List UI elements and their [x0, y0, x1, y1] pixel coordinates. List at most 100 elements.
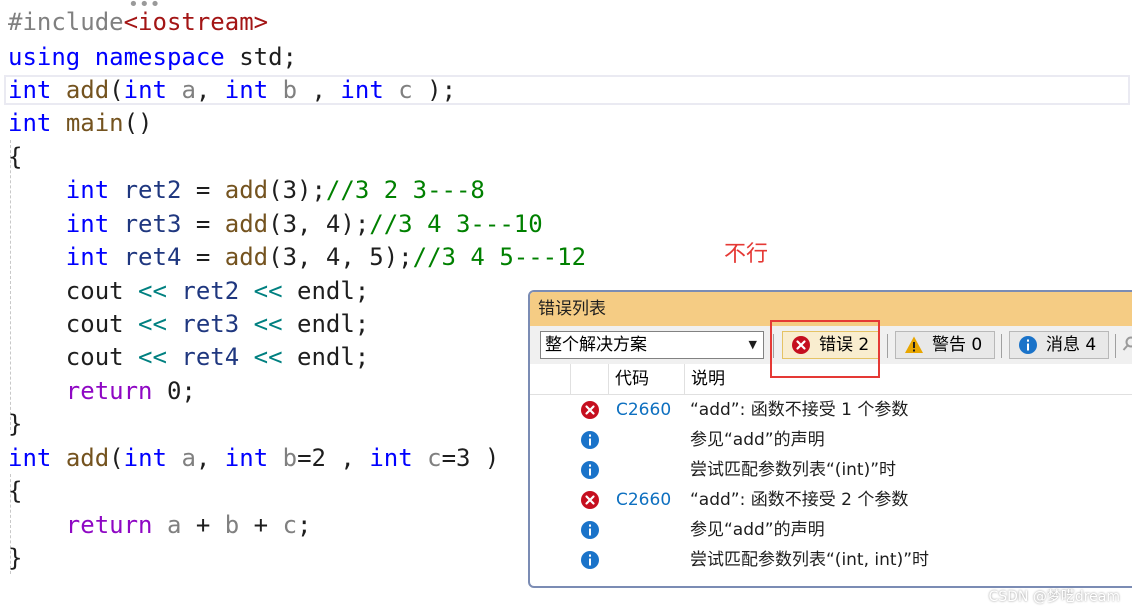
code-token: int [340, 76, 384, 104]
toolbar-divider [887, 334, 888, 358]
scope-value: 整个解决方案 [545, 335, 647, 355]
toolbar-divider [1001, 334, 1002, 358]
code-line[interactable]: int main() [8, 106, 153, 140]
code-token: = [181, 176, 225, 204]
code-token: return [65, 511, 153, 539]
code-token: << [253, 277, 283, 305]
code-token: + [239, 511, 283, 539]
messages-filter-button[interactable]: 消息 4 [1009, 331, 1109, 359]
code-line[interactable]: } [8, 541, 22, 575]
code-column-header[interactable]: 代码 [608, 364, 685, 394]
code-token: cout [8, 310, 139, 338]
scope-dropdown[interactable]: 整个解决方案 ▼ [540, 331, 764, 359]
code-token: namespace [94, 43, 225, 71]
code-token: int [8, 444, 52, 472]
error-list-row[interactable]: C2660 “add”: 函数不接受 2 个参数 [530, 485, 1132, 515]
code-token: int [8, 109, 52, 137]
code-token: b [282, 76, 298, 104]
code-token: int [65, 176, 110, 204]
code-token: int [123, 76, 167, 104]
code-line[interactable]: { [8, 474, 22, 508]
warnings-filter-label: 警告 0 [932, 335, 983, 355]
toolbar-divider [1115, 334, 1116, 358]
code-token: std; [224, 43, 297, 71]
messages-filter-label: 消息 4 [1046, 335, 1097, 355]
code-line[interactable]: #include<iostream> [8, 5, 268, 39]
code-line[interactable]: using namespace std; [8, 40, 297, 74]
code-token: = [181, 243, 225, 271]
code-token: using [8, 43, 81, 71]
code-line[interactable]: cout << ret2 << endl; [8, 274, 369, 308]
code-line[interactable]: int ret3 = add(3, 4);//3 4 3---10 [8, 207, 543, 241]
code-line[interactable]: { [8, 140, 22, 174]
code-token: =2 , [297, 444, 370, 472]
error-code-link[interactable]: C2660 [616, 485, 671, 515]
code-line[interactable]: int ret4 = add(3, 4, 5);//3 4 5---12 [8, 240, 586, 274]
code-token: c [282, 511, 298, 539]
code-token: //3 2 3---8 [325, 176, 485, 204]
error-list-rows: C2660 “add”: 函数不接受 1 个参数 参见“add”的声明 尝试匹配参数列… [530, 395, 1132, 575]
severity-column-header[interactable] [570, 364, 611, 394]
code-line[interactable]: return a + b + c; [8, 508, 312, 542]
code-token: b [282, 444, 298, 472]
warning-icon [905, 336, 923, 353]
code-token: () [123, 109, 153, 137]
error-list-row[interactable]: 参见“add”的声明 [530, 425, 1132, 455]
code-line[interactable]: cout << ret4 << endl; [8, 340, 369, 374]
code-token: =3 ) [441, 444, 500, 472]
code-token: a [181, 76, 196, 104]
description-column-header[interactable]: 说明 [684, 364, 1131, 394]
code-line[interactable]: int add(int a, int b=2 , int c=3 ) [8, 441, 499, 475]
code-token: int [224, 444, 269, 472]
error-list-row[interactable]: C2660 “add”: 函数不接受 1 个参数 [530, 395, 1132, 425]
code-line[interactable]: cout << ret3 << endl; [8, 307, 369, 341]
code-token: main [65, 109, 124, 137]
search-icon[interactable] [1122, 336, 1132, 352]
error-description: 参见“add”的声明 [690, 520, 825, 540]
code-token: << [253, 343, 283, 371]
code-token: <iostream> [123, 8, 269, 36]
code-token: } [8, 544, 23, 572]
code-token: add [224, 210, 269, 238]
error-list-row[interactable]: 参见“add”的声明 [530, 515, 1132, 545]
code-token: add [65, 444, 110, 472]
error-list-row[interactable]: 尝试匹配参数列表“(int, int)”时 [530, 545, 1132, 575]
code-token: << [138, 343, 167, 371]
code-token: { [8, 143, 23, 171]
code-token: int [65, 243, 110, 271]
annotation-label: 不行 [724, 242, 769, 267]
code-token: add [224, 176, 269, 204]
code-token: add [224, 243, 269, 271]
code-token: int [65, 210, 110, 238]
warnings-filter-button[interactable]: 警告 0 [895, 331, 995, 359]
code-line[interactable]: int ret2 = add(3);//3 2 3---8 [8, 173, 485, 207]
code-line[interactable]: } [8, 407, 22, 441]
code-token: << [138, 310, 167, 338]
code-token: ret4 [123, 243, 182, 271]
code-token: int [224, 76, 269, 104]
code-token: a [181, 444, 196, 472]
code-token: (3); [268, 176, 326, 204]
error-list-row[interactable]: 尝试匹配参数列表“(int)”时 [530, 455, 1132, 485]
error-code-link[interactable]: C2660 [616, 395, 671, 425]
code-token: c [427, 444, 442, 472]
code-token: ( [109, 444, 124, 472]
code-line[interactable]: int add(int a, int b , int c ); [8, 73, 456, 107]
code-token: //3 4 3---10 [369, 210, 543, 238]
code-token: //3 4 5---12 [412, 243, 587, 271]
code-line[interactable]: return 0; [8, 374, 196, 408]
code-token: b [224, 511, 240, 539]
